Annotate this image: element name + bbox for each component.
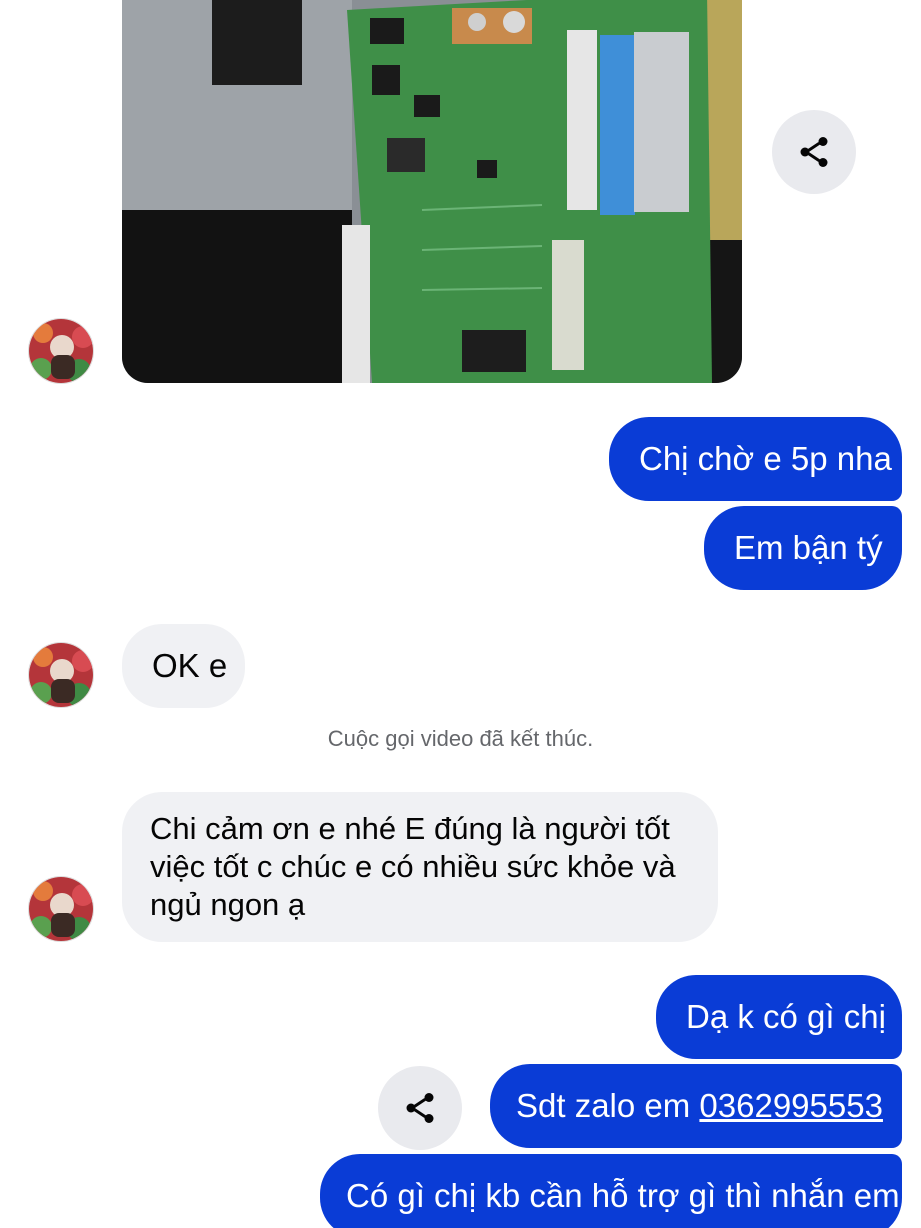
photo-attachment[interactable] <box>122 0 742 383</box>
message-text: Em bận tý <box>734 529 883 566</box>
avatar-image <box>29 877 93 941</box>
message-bubble-outgoing[interactable]: Chị chờ e 5p nha <box>609 417 902 501</box>
share-icon <box>800 137 828 167</box>
message-text: Chị chờ e 5p nha <box>639 440 892 477</box>
message-bubble-outgoing[interactable]: Có gì chị kb cần hỗ trợ gì thì nhắn em <box>320 1154 902 1228</box>
circuit-board-image <box>122 0 742 383</box>
share-icon <box>406 1093 434 1123</box>
contact-avatar[interactable] <box>28 642 94 708</box>
phone-number-link[interactable]: 0362995553 <box>699 1086 883 1126</box>
message-text-line-3: ngủ ngon ạ <box>150 887 306 922</box>
message-bubble-incoming[interactable]: OK e <box>122 624 245 708</box>
contact-avatar[interactable] <box>28 318 94 384</box>
message-bubble-outgoing[interactable]: Dạ k có gì chị <box>656 975 902 1059</box>
message-text-line-2: việc tốt c chúc e có nhiều sức khỏe và <box>150 849 676 884</box>
contact-avatar[interactable] <box>28 876 94 942</box>
message-bubble-outgoing[interactable]: Em bận tý <box>704 506 902 590</box>
avatar-image <box>29 643 93 707</box>
avatar-image <box>29 319 93 383</box>
message-text: Có gì chị kb cần hỗ trợ gì thì nhắn em <box>346 1177 900 1214</box>
message-text: OK e <box>152 647 228 684</box>
share-button[interactable] <box>378 1066 462 1150</box>
message-bubble-incoming[interactable]: Chi cảm ơn e nhé E đúng là người tốt việ… <box>122 792 718 942</box>
share-button[interactable] <box>772 110 856 194</box>
message-text-line-1: Chi cảm ơn e nhé E đúng là người tốt <box>150 811 670 846</box>
message-bubble-outgoing[interactable]: Sdt zalo em 0362995553 <box>490 1064 902 1148</box>
message-text: Dạ k có gì chị <box>686 998 886 1035</box>
message-text: Sdt zalo em <box>516 1087 700 1124</box>
call-ended-notice: Cuộc gọi video đã kết thúc. <box>327 726 594 751</box>
